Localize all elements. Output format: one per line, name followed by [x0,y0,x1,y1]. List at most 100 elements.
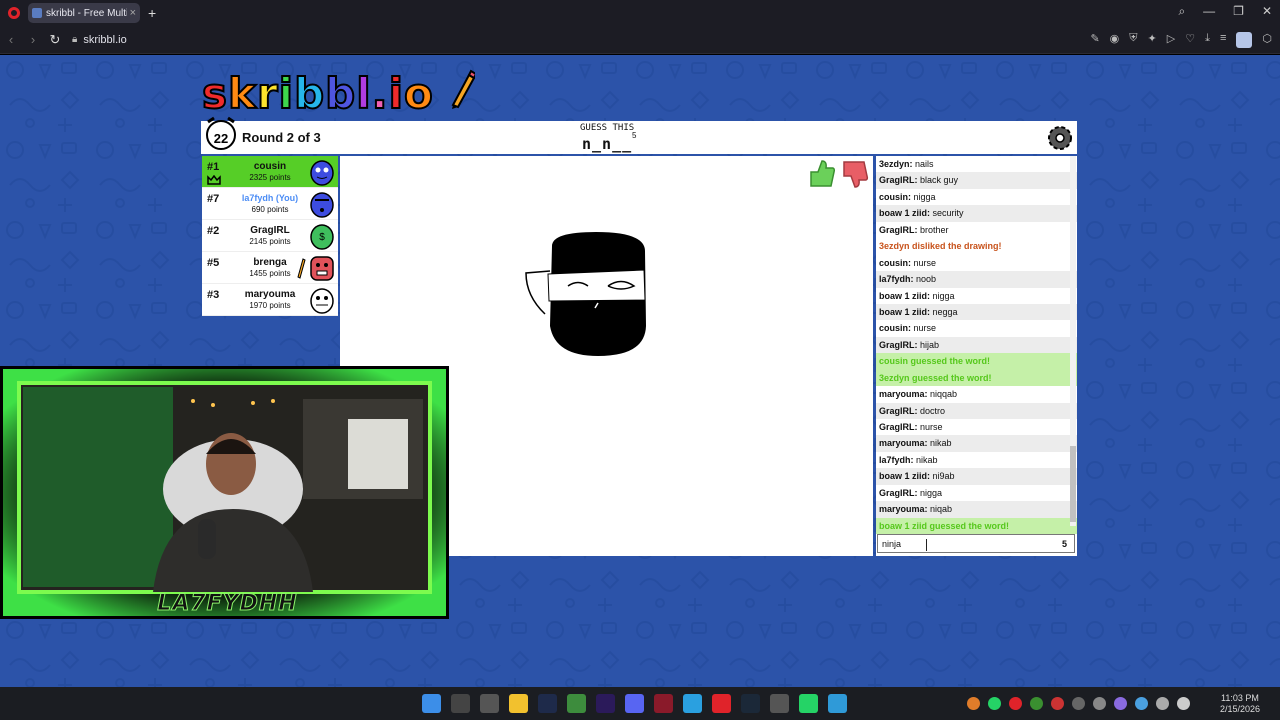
windows-taskbar: 11:03 PM 2/15/2026 [0,687,1280,720]
tray-nvidia-icon[interactable] [1030,697,1043,710]
heart-icon[interactable]: ♡ [1185,32,1195,48]
settings-gear-icon[interactable] [1045,123,1075,153]
back-icon[interactable]: ‹ [0,32,22,47]
search-icon[interactable]: ⌕ [1178,4,1185,19]
new-tab-button[interactable]: + [148,5,156,21]
extensions-icon[interactable]: ✦ [1148,32,1157,48]
camera-icon[interactable]: ◉ [1110,32,1120,48]
text-cursor [926,539,928,551]
shield-icon[interactable]: ⛨ [1129,32,1137,48]
notepad-icon[interactable] [828,694,847,713]
player-row[interactable]: #7 la7fydh (You) 690 points [202,188,338,220]
system-tray [967,697,1190,710]
obs-icon[interactable] [770,694,789,713]
player-points: 1455 points [249,269,291,278]
premiere-icon[interactable] [596,694,615,713]
player-row[interactable]: #3 maryouma 1970 points [202,284,338,316]
chat-text: nikab [916,454,938,465]
chat-text: nigga [920,487,943,498]
lightroom-icon[interactable] [538,694,557,713]
tray-network-icon[interactable] [1135,697,1148,710]
chat-guess-input[interactable] [877,534,1075,553]
tray-settings-icon[interactable] [1093,697,1106,710]
app-icon[interactable] [480,694,499,713]
minimize-button[interactable]: — [1203,4,1215,19]
edit-icon[interactable]: ✎ [1090,32,1099,48]
close-window-button[interactable]: ✕ [1262,4,1272,19]
player-row[interactable]: #5 brenga 1455 points [202,252,338,284]
browser-tab[interactable]: skribbl - Free Multiple × [28,3,140,23]
cube-icon[interactable]: ⬡ [1262,32,1272,48]
tray-whatsapp-icon[interactable] [988,697,1001,710]
play-icon[interactable]: ▷ [1167,32,1175,48]
chat-text: niqqab [930,389,958,400]
opera-taskbar-icon[interactable] [712,694,731,713]
chat-message: 3ezdyn guessed the word! [876,369,1077,387]
chat-message: cousin: nigga [876,189,1077,205]
profile-avatar[interactable] [1236,32,1253,48]
chat-text: nails [915,159,934,169]
opera-logo-icon[interactable] [8,7,20,19]
player-row[interactable]: #2 GragIRL 2145 points $ [202,220,338,252]
chat-text: doctro [920,405,946,416]
skribbl-favicon-icon [32,8,42,18]
browser-toolbar: ✎ ◉ ⛨ ✦ ▷ ♡ ⤓ ≡ ⬡ [1090,32,1272,48]
steam-icon[interactable] [741,694,760,713]
player-avatar: $ [310,224,334,250]
tray-app-icon[interactable] [1051,697,1064,710]
file-explorer-icon[interactable] [509,694,528,713]
menu-icon[interactable]: ≡ [1220,32,1226,48]
tray-app-icon[interactable] [1072,697,1085,710]
taskbar-clock[interactable]: 11:03 PM 2/15/2026 [1220,693,1260,715]
chat-message: boaw 1 ziid: nigga [876,288,1077,304]
tray-app-icon[interactable] [1114,697,1127,710]
start-icon[interactable] [422,694,441,713]
chat-username: la7fydh: [879,454,914,465]
download-icon[interactable]: ⤓ [1205,32,1210,48]
tray-volume-icon[interactable] [1177,697,1190,710]
webcam-overlay: LA7FYDHH [0,366,449,619]
chat-username: boaw 1 ziid: [879,471,931,482]
player-name: cousin [253,161,287,172]
round-indicator: Round 2 of 3 [242,130,321,145]
player-rank: #3 [207,289,220,301]
chat-text: 3ezdyn guessed the word! [879,372,992,383]
chat-username: GragIRL: [879,422,918,432]
discord-icon[interactable] [625,694,644,713]
scrollbar-thumb[interactable] [1070,446,1076,522]
reload-icon[interactable]: ↻ [44,32,66,48]
player-points: 2145 points [249,237,291,246]
tray-mic-icon[interactable] [1156,697,1169,710]
chat-text: nikab [930,438,952,449]
word-length: 5 [632,131,637,140]
chat-message: maryouma: nikab [876,435,1077,452]
epic-games-icon[interactable] [451,694,470,713]
chat-message: GragIRL: nurse [876,419,1077,435]
chat-list: 3ezdyn: nails GragIRL: black guy cousin: n… [876,156,1077,535]
xbox-icon[interactable] [567,694,586,713]
player-row[interactable]: #1 cousin 2325 points [202,156,338,188]
tray-opera-icon[interactable] [1009,697,1022,710]
chat-text: black guy [920,175,959,186]
url-field[interactable]: skribbl.io [83,34,126,46]
chat-text: brother [920,224,949,235]
crown-icon [207,175,221,185]
player-name: brenga [253,257,287,268]
window-controls: ⌕ — ❐ ✕ [1178,4,1272,19]
tab-close-icon[interactable]: × [130,7,136,19]
chat-message: cousin: nurse [876,255,1077,271]
tray-app-icon[interactable] [967,697,980,710]
telegram-icon[interactable] [683,694,702,713]
whatsapp-icon[interactable] [799,694,818,713]
restore-button[interactable]: ❐ [1233,4,1244,19]
thumbs-down-icon[interactable] [841,159,869,189]
chat-text: nurse [913,257,937,268]
thumbs-up-icon[interactable] [808,159,836,189]
lock-icon: 🔒︎ [72,34,78,45]
player-rank: #5 [207,257,220,269]
vivaldi-icon[interactable] [654,694,673,713]
chat-message: cousin guessed the word! [876,353,1077,370]
chat-scrollbar[interactable] [1070,156,1076,526]
clock-time: 11:03 PM [1221,693,1259,703]
forward-icon[interactable]: › [22,32,44,47]
